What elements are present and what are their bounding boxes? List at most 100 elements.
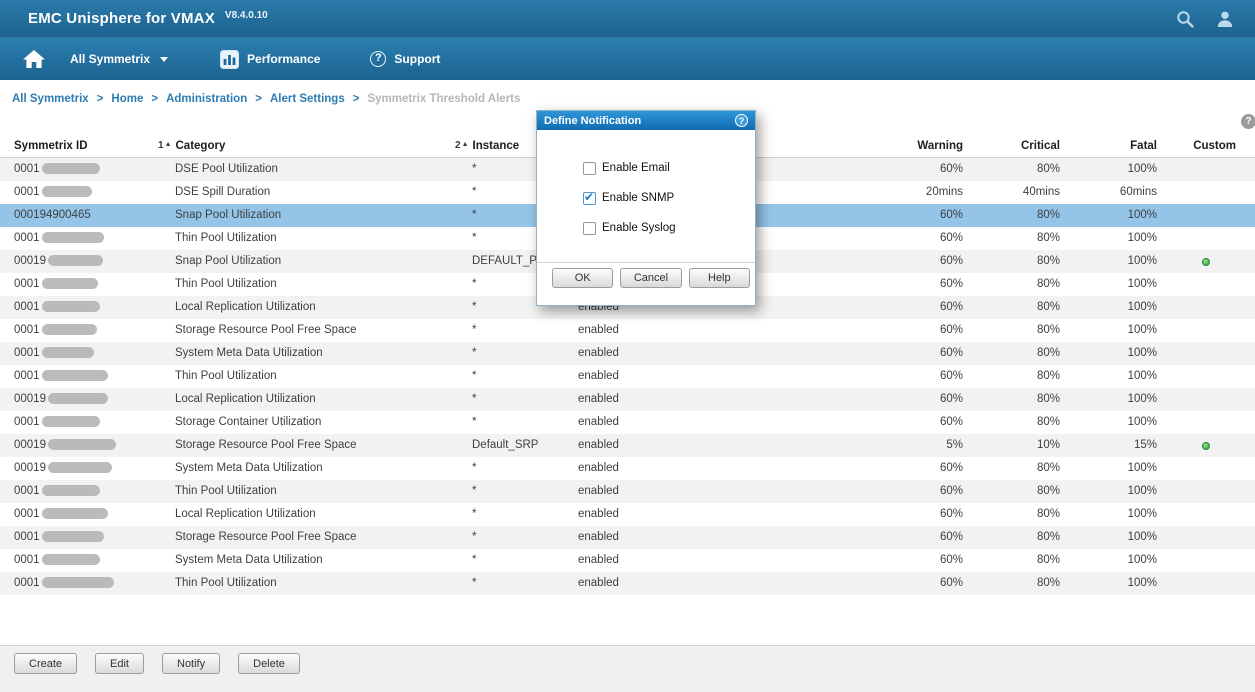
symmetrix-id-cell: 0001: [0, 480, 155, 503]
enable-syslog-checkbox[interactable]: Enable Syslog: [583, 220, 755, 236]
notify-button[interactable]: Notify: [162, 653, 220, 674]
custom-cell: [1157, 181, 1255, 204]
table-row[interactable]: 00019 Local Replication Utilization * en…: [0, 388, 1255, 411]
status-cell: enabled: [558, 388, 668, 411]
symmetrix-id-text: 0001: [14, 278, 40, 290]
breadcrumb-administration[interactable]: Administration: [166, 93, 247, 105]
redaction-blur: [42, 347, 94, 358]
category-cell: Thin Pool Utilization: [155, 365, 452, 388]
table-row[interactable]: 0001 Storage Container Utilization * ena…: [0, 411, 1255, 434]
category-cell: Storage Resource Pool Free Space: [155, 434, 452, 457]
fatal-cell: 15%: [1060, 434, 1157, 457]
footer-toolbar: Create Edit Notify Delete: [0, 645, 1255, 692]
redaction-blur: [42, 416, 100, 427]
app-window: EMC Unisphere for VMAX V8.4.0.10 All Sym…: [0, 0, 1255, 692]
column-custom[interactable]: Custom: [1157, 135, 1255, 157]
create-button[interactable]: Create: [14, 653, 77, 674]
column-instance-label: Instance: [473, 135, 520, 157]
dialog-body: Enable Email Enable SNMP Enable Syslog O…: [537, 130, 755, 288]
performance-icon: [220, 50, 239, 69]
symmetrix-id-cell: 0001: [0, 227, 155, 250]
breadcrumb-current-page: Symmetrix Threshold Alerts: [367, 93, 520, 105]
user-icon[interactable]: [1215, 9, 1235, 29]
redaction-blur: [48, 393, 108, 404]
breadcrumb-home[interactable]: Home: [111, 93, 143, 105]
delete-button[interactable]: Delete: [238, 653, 300, 674]
status-cell: enabled: [558, 319, 668, 342]
column-category[interactable]: 1▲ Category: [155, 135, 452, 157]
symmetrix-id-cell: 00019: [0, 250, 155, 273]
warning-cell: 60%: [668, 503, 963, 526]
nav-support[interactable]: ? Support: [370, 51, 440, 67]
symmetrix-id-cell: 0001: [0, 572, 155, 595]
status-cell: enabled: [558, 503, 668, 526]
category-cell: System Meta Data Utilization: [155, 342, 452, 365]
breadcrumb-all-symmetrix[interactable]: All Symmetrix: [12, 93, 89, 105]
fatal-cell: 100%: [1060, 158, 1157, 181]
category-cell: Local Replication Utilization: [155, 388, 452, 411]
column-symmetrix-id[interactable]: Symmetrix ID: [0, 135, 155, 157]
home-button[interactable]: [22, 49, 46, 69]
nav-all-symmetrix[interactable]: All Symmetrix: [70, 52, 168, 66]
help-button[interactable]: Help: [689, 268, 750, 288]
breadcrumb-alert-settings[interactable]: Alert Settings: [270, 93, 345, 105]
category-cell: DSE Pool Utilization: [155, 158, 452, 181]
critical-cell: 80%: [963, 457, 1060, 480]
redaction-blur: [42, 508, 108, 519]
symmetrix-id-cell: 0001: [0, 549, 155, 572]
custom-cell: [1157, 250, 1255, 273]
fatal-cell: 100%: [1060, 273, 1157, 296]
table-row[interactable]: 0001 Storage Resource Pool Free Space * …: [0, 319, 1255, 342]
redaction-blur: [42, 370, 108, 381]
enable-snmp-checkbox[interactable]: Enable SNMP: [583, 190, 755, 206]
symmetrix-id-cell: 0001: [0, 158, 155, 181]
table-row[interactable]: 00019 System Meta Data Utilization * ena…: [0, 457, 1255, 480]
symmetrix-id-text: 0001: [14, 163, 40, 175]
warning-cell: 5%: [668, 434, 963, 457]
search-icon[interactable]: [1175, 9, 1195, 29]
custom-cell: [1157, 365, 1255, 388]
symmetrix-id-text: 00019: [14, 393, 46, 405]
symmetrix-id-cell: 0001: [0, 342, 155, 365]
table-row[interactable]: 0001 Storage Resource Pool Free Space * …: [0, 526, 1255, 549]
critical-cell: 80%: [963, 411, 1060, 434]
dialog-titlebar[interactable]: Define Notification ?: [537, 111, 755, 130]
table-row[interactable]: 0001 Thin Pool Utilization * enabled 60%…: [0, 480, 1255, 503]
fatal-cell: 100%: [1060, 549, 1157, 572]
dialog-help-icon[interactable]: ?: [735, 114, 748, 127]
sort-indicator-1: 1▲: [158, 135, 172, 157]
enable-email-checkbox[interactable]: Enable Email: [583, 160, 755, 176]
cancel-button[interactable]: Cancel: [620, 268, 681, 288]
critical-cell: 80%: [963, 342, 1060, 365]
table-row[interactable]: 0001 Thin Pool Utilization * enabled 60%…: [0, 365, 1255, 388]
table-row[interactable]: 0001 System Meta Data Utilization * enab…: [0, 342, 1255, 365]
redaction-blur: [48, 439, 116, 450]
nav-all-symmetrix-label: All Symmetrix: [70, 52, 150, 66]
page-help-icon[interactable]: ?: [1241, 114, 1255, 129]
breadcrumb-separator: >: [353, 93, 360, 105]
column-critical[interactable]: Critical: [963, 135, 1060, 157]
critical-cell: 80%: [963, 319, 1060, 342]
table-row[interactable]: 0001 System Meta Data Utilization * enab…: [0, 549, 1255, 572]
top-header: EMC Unisphere for VMAX V8.4.0.10: [0, 0, 1255, 37]
edit-button[interactable]: Edit: [95, 653, 144, 674]
chevron-down-icon: [160, 57, 168, 62]
table-row[interactable]: 00019 Storage Resource Pool Free Space D…: [0, 434, 1255, 457]
custom-cell: [1157, 204, 1255, 227]
dialog-title: Define Notification: [544, 115, 735, 127]
custom-cell: [1157, 273, 1255, 296]
column-fatal[interactable]: Fatal: [1060, 135, 1157, 157]
ok-button[interactable]: OK: [552, 268, 613, 288]
instance-cell: *: [452, 480, 558, 503]
category-cell: Thin Pool Utilization: [155, 572, 452, 595]
table-row[interactable]: 0001 Thin Pool Utilization * enabled 60%…: [0, 572, 1255, 595]
fatal-cell: 100%: [1060, 250, 1157, 273]
column-category-label: Category: [176, 135, 226, 157]
nav-performance[interactable]: Performance: [220, 50, 320, 69]
instance-cell: *: [452, 526, 558, 549]
symmetrix-id-text: 0001: [14, 370, 40, 382]
table-row[interactable]: 0001 Local Replication Utilization * ena…: [0, 503, 1255, 526]
warning-cell: 60%: [668, 480, 963, 503]
custom-cell: [1157, 158, 1255, 181]
sort-indicator-2: 2▲: [455, 135, 469, 157]
